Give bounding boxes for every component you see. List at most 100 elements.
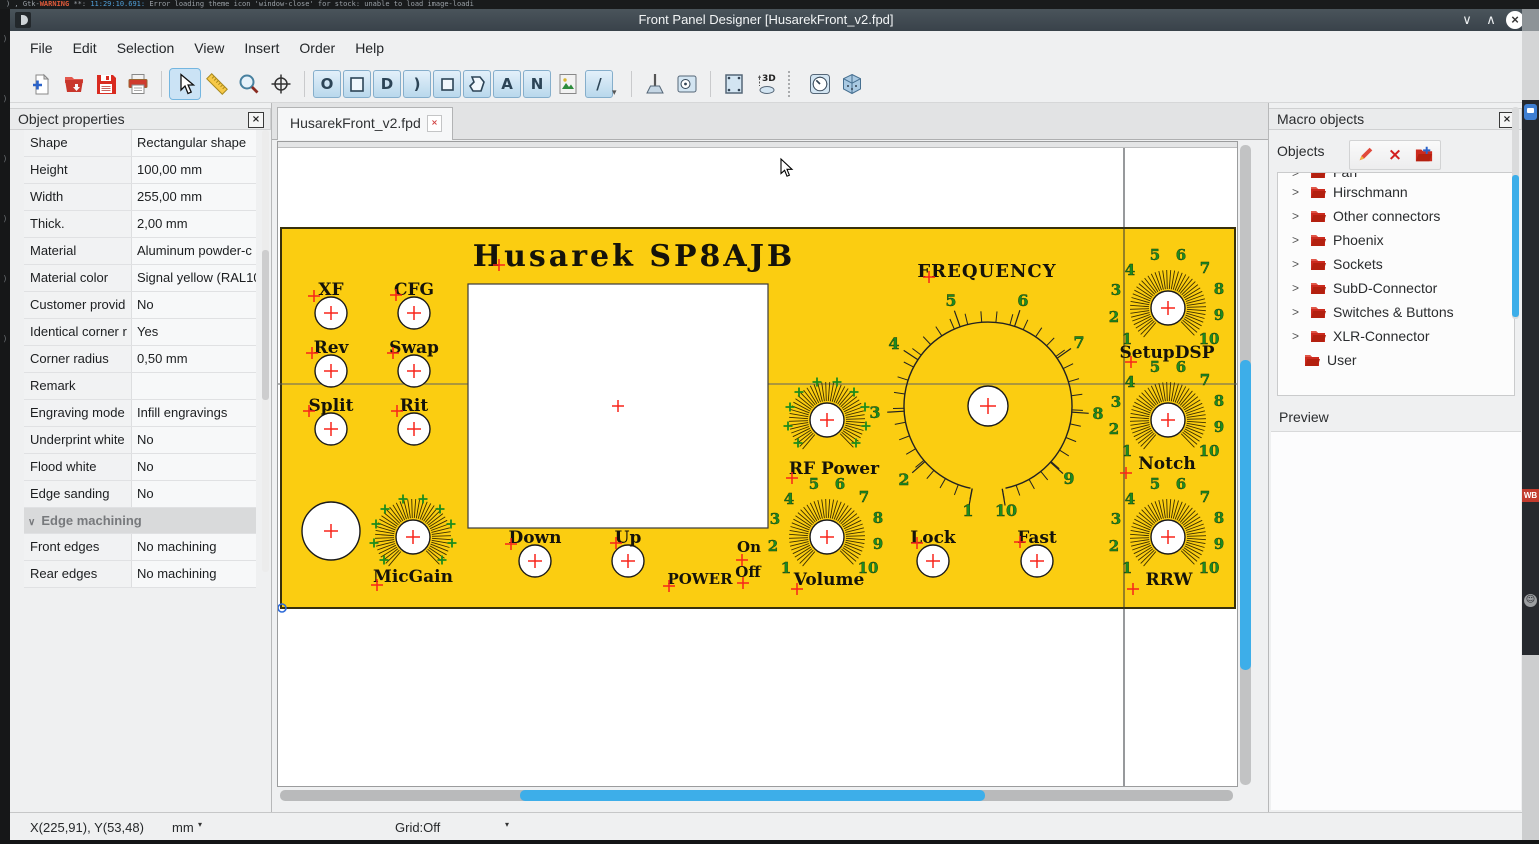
tree-item-xlr-connector[interactable]: >XLR-Connector <box>1278 324 1514 348</box>
prop-row-front-edges[interactable]: Front edgesNo machining <box>24 534 256 561</box>
document-tab[interactable]: HusarekFront_v2.fpd × <box>277 107 453 140</box>
prop-row-customer-provid[interactable]: Customer providNo <box>24 292 256 319</box>
chevron-right-icon[interactable]: > <box>1292 233 1310 247</box>
hole-dshape-tool[interactable]: D <box>373 70 401 98</box>
prop-row-flood-white[interactable]: Flood whiteNo <box>24 454 256 481</box>
tree-item-sockets[interactable]: >Sockets <box>1278 252 1514 276</box>
tree-scroll-thumb[interactable] <box>1512 175 1519 317</box>
canvas-vertical-scrollbar[interactable] <box>1240 145 1251 785</box>
unit-selector[interactable]: mm <box>172 820 194 835</box>
menu-file[interactable]: File <box>20 36 63 60</box>
properties-scrollbar[interactable] <box>262 130 269 572</box>
tree-item-subd-connector[interactable]: >SubD-Connector <box>1278 276 1514 300</box>
free-contour-tool[interactable] <box>463 70 491 98</box>
property-value[interactable]: Rectangular shape <box>132 130 256 156</box>
menu-view[interactable]: View <box>184 36 234 60</box>
property-value[interactable]: No <box>132 481 256 507</box>
maximize-button[interactable]: ∧ <box>1482 11 1500 29</box>
tab-close-icon[interactable]: × <box>427 115 442 132</box>
cube-3d-button[interactable] <box>837 69 867 99</box>
drill-tool[interactable] <box>640 69 670 99</box>
tree-item-phoenix[interactable]: >Phoenix <box>1278 228 1514 252</box>
view-3d-button[interactable]: 3D <box>751 69 781 99</box>
add-folder-button[interactable] <box>1415 145 1433 166</box>
chevron-right-icon[interactable]: > <box>1292 173 1310 180</box>
close-icon[interactable]: × <box>248 112 264 128</box>
property-value[interactable]: Aluminum powder-c <box>132 238 256 264</box>
h-scroll-thumb[interactable] <box>520 790 985 801</box>
unit-caret-icon[interactable]: ▾ <box>198 820 202 829</box>
property-value[interactable]: 2,00 mm <box>132 211 256 237</box>
line-tool-dropdown[interactable]: ▾ <box>612 87 622 98</box>
minimize-button[interactable]: ∨ <box>1458 11 1476 29</box>
chevron-right-icon[interactable]: > <box>1292 281 1310 295</box>
canvas-horizontal-scrollbar[interactable] <box>280 790 1233 801</box>
cavity-tool[interactable] <box>672 69 702 99</box>
prop-row-thick-[interactable]: Thick.2,00 mm <box>24 211 256 238</box>
property-value[interactable]: No machining <box>132 534 256 560</box>
panel-button-up[interactable]: Up <box>610 528 644 577</box>
chevron-right-icon[interactable]: > <box>1292 257 1310 271</box>
property-value[interactable]: 0,50 mm <box>132 346 256 372</box>
prop-row-underprint-white[interactable]: Underprint whiteNo <box>24 427 256 454</box>
prop-row-height[interactable]: Height100,00 mm <box>24 157 256 184</box>
tree-item-fan[interactable]: >Fan <box>1278 173 1514 180</box>
image-engraving-tool[interactable] <box>553 69 583 99</box>
property-value[interactable]: Yes <box>132 319 256 345</box>
open-file-button[interactable] <box>59 69 89 99</box>
hpgl-engraving-tool[interactable]: N <box>523 70 551 98</box>
title-bar[interactable]: Front Panel Designer [HusarekFront_v2.fp… <box>10 9 1522 31</box>
prop-row-width[interactable]: Width255,00 mm <box>24 184 256 211</box>
print-button[interactable] <box>123 69 153 99</box>
hole-ellipse-tool[interactable]: O <box>313 70 341 98</box>
dots-handle[interactable] <box>788 71 798 97</box>
select-tool[interactable] <box>170 69 200 99</box>
hole-arc-tool[interactable]: ) <box>403 70 431 98</box>
chevron-right-icon[interactable]: > <box>1292 185 1310 199</box>
property-value[interactable]: No machining <box>132 561 256 587</box>
property-value[interactable]: 255,00 mm <box>132 184 256 210</box>
prop-row-material[interactable]: MaterialAluminum powder-c <box>24 238 256 265</box>
property-value[interactable]: Signal yellow (RAL10 <box>132 265 256 291</box>
panel-border-tool[interactable] <box>719 69 749 99</box>
property-value[interactable]: No <box>132 454 256 480</box>
ruler-tool[interactable] <box>202 69 232 99</box>
prop-row-rear-edges[interactable]: Rear edgesNo machining <box>24 561 256 588</box>
origin-tool[interactable] <box>266 69 296 99</box>
delete-macro-button[interactable]: × <box>1388 147 1402 163</box>
chevron-right-icon[interactable]: > <box>1292 209 1310 223</box>
save-button[interactable] <box>91 69 121 99</box>
prop-row-identical-corner-r[interactable]: Identical corner rYes <box>24 319 256 346</box>
property-value[interactable] <box>132 373 256 399</box>
line-tool[interactable]: / <box>585 70 613 98</box>
hole-square-tool[interactable] <box>433 70 461 98</box>
hole-rect-tool[interactable] <box>343 70 371 98</box>
menu-order[interactable]: Order <box>289 36 345 60</box>
grid-caret-icon[interactable]: ▾ <box>505 820 509 829</box>
text-engraving-tool[interactable]: A <box>493 70 521 98</box>
chevron-right-icon[interactable]: > <box>1292 305 1310 319</box>
tree-scrollbar[interactable] <box>1512 107 1519 319</box>
chevron-down-icon[interactable]: ∨ <box>28 517 35 528</box>
prop-row-corner-radius[interactable]: Corner radius0,50 mm <box>24 346 256 373</box>
tree-item-hirschmann[interactable]: >Hirschmann <box>1278 180 1514 204</box>
prop-row-engraving-mode[interactable]: Engraving modeInfill engravings <box>24 400 256 427</box>
v-scroll-thumb[interactable] <box>1240 360 1251 670</box>
property-value[interactable]: No <box>132 292 256 318</box>
property-value[interactable]: No <box>132 427 256 453</box>
prop-row-shape[interactable]: ShapeRectangular shape <box>24 130 256 157</box>
menu-edit[interactable]: Edit <box>63 36 107 60</box>
object-properties-header[interactable]: Object properties × <box>10 108 271 130</box>
edit-macro-button[interactable] <box>1357 145 1375 166</box>
new-file-button[interactable] <box>27 69 57 99</box>
chevron-right-icon[interactable]: > <box>1292 329 1310 343</box>
property-value[interactable]: 100,00 mm <box>132 157 256 183</box>
measure-gauge-button[interactable] <box>805 69 835 99</box>
tree-item-other-connectors[interactable]: >Other connectors <box>1278 204 1514 228</box>
design-canvas[interactable]: Husarek SP8AJBXFCFGRevSwapSplitRitDownUp… <box>277 141 1238 787</box>
zoom-tool[interactable] <box>234 69 264 99</box>
grid-selector[interactable]: Grid:Off <box>395 820 440 835</box>
prop-row-material-color[interactable]: Material colorSignal yellow (RAL10 <box>24 265 256 292</box>
menu-help[interactable]: Help <box>345 36 394 60</box>
tree-item-switches-buttons[interactable]: >Switches & Buttons <box>1278 300 1514 324</box>
